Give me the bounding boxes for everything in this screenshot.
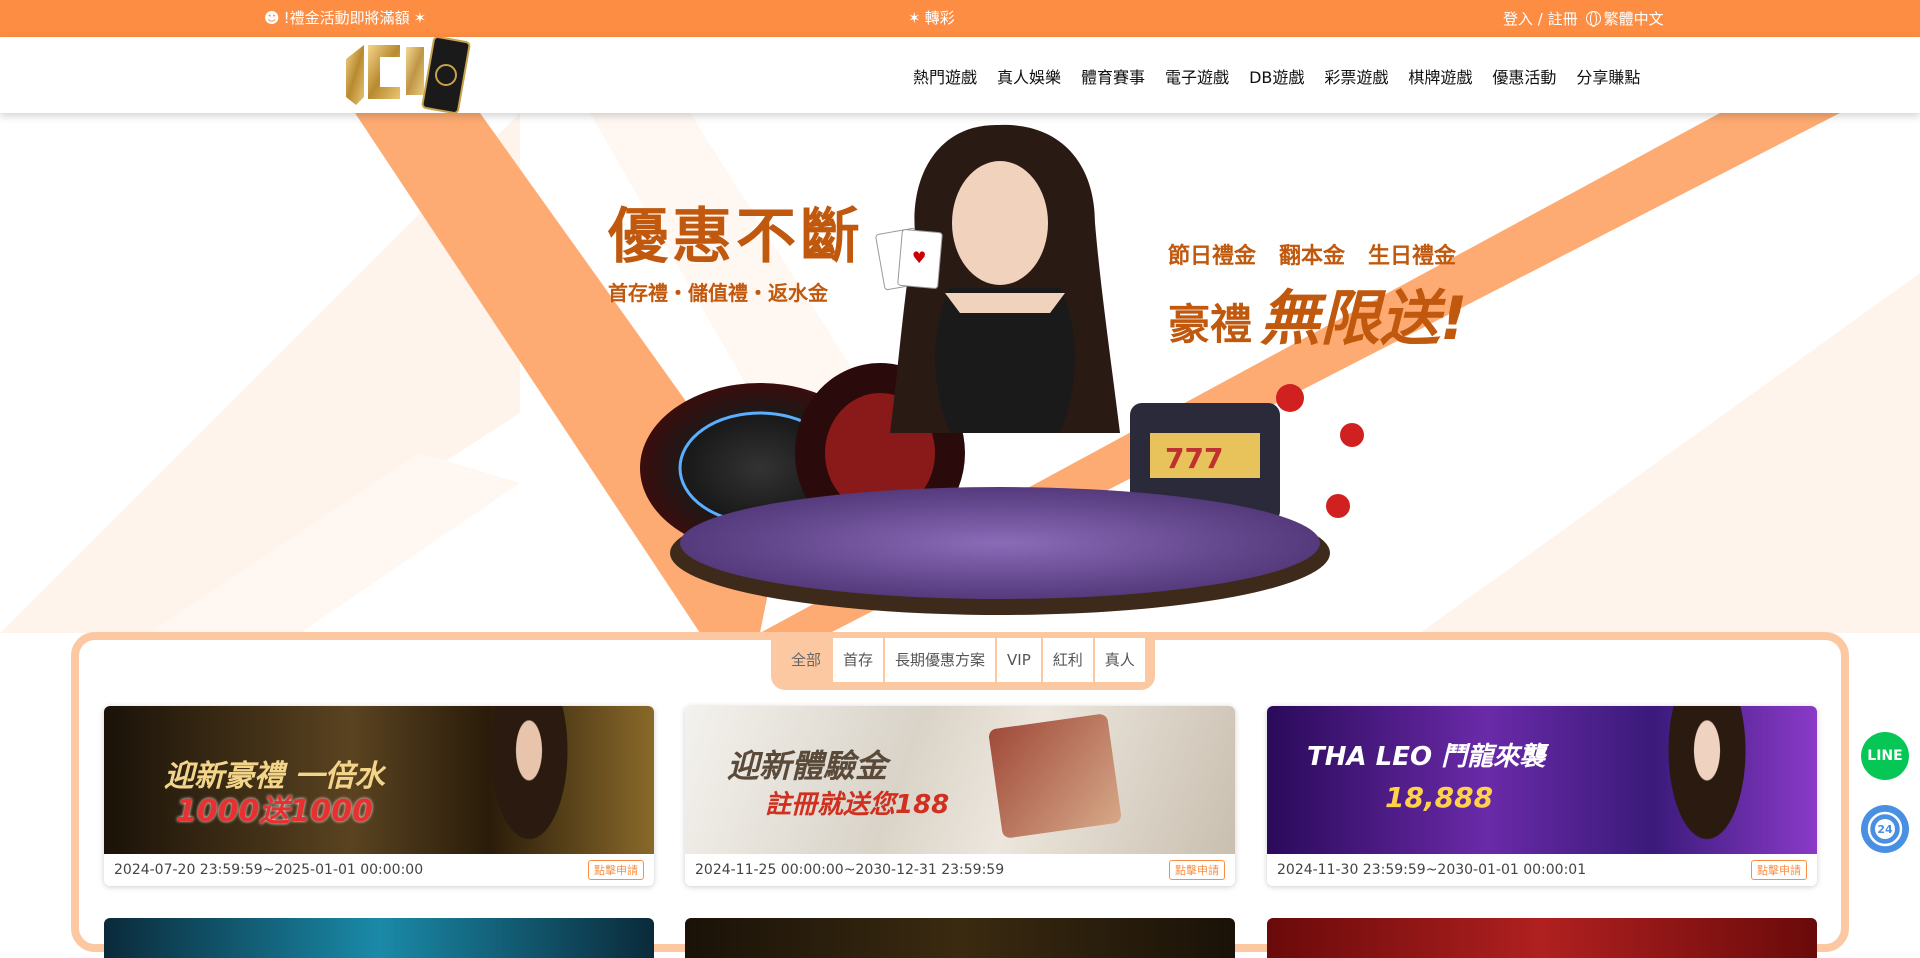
tab-first-deposit[interactable]: 首存 [833,638,884,682]
apply-button[interactable]: 點擊申請 [1751,860,1807,880]
language-selector[interactable]: 繁體中文 [1585,8,1664,29]
nav-db-games[interactable]: DB遊戲 [1249,64,1304,88]
cs-hours-label: 24 [1877,823,1893,836]
promo-banner-subtitle: 18,888 [1385,781,1494,814]
hero-banner: 優惠不斷 首存禮・儲值禮・返水金 節日禮金 翻本金 生日禮金 豪禮 無限送! 7… [0,113,1920,633]
line-chat-button[interactable]: LINE [1861,732,1909,780]
nav-card-games[interactable]: 棋牌遊戲 [1408,64,1472,88]
nav-sports[interactable]: 體育賽事 [1081,64,1145,88]
promo-card-footer: 2024-11-25 00:00:00~2030-12-31 23:59:59 … [685,854,1235,886]
casino-illustration: 777 ♥ [640,124,1364,615]
nav-lottery[interactable]: 彩票遊戲 [1324,64,1388,88]
tab-vip[interactable]: VIP [997,638,1041,682]
promo-card[interactable]: 迎新體驗金 註冊就送您188 2024-11-25 00:00:00~2030-… [685,706,1235,886]
login-register-link[interactable]: 登入 / 註冊 [1503,8,1578,29]
promo-banner-subtitle: 註冊就送您188 [765,790,950,820]
globe-icon [1585,11,1601,27]
promo-cards-image [987,713,1123,839]
nav-live-casino[interactable]: 真人娛樂 [997,64,1061,88]
nav-share-earn[interactable]: 分享賺點 [1576,64,1640,88]
promo-card[interactable] [685,918,1235,958]
site-logo[interactable] [342,37,478,115]
promo-filter-tabs: 全部 首存 長期優惠方案 VIP 紅利 真人 [771,632,1155,690]
main-nav: 熱門遊戲 真人娛樂 體育賽事 電子遊戲 DB遊戲 彩票遊戲 棋牌遊戲 優惠活動 … [913,64,1640,88]
promo-banner[interactable]: 迎新豪禮 一倍水 1000送1000 [104,706,654,854]
promo-model-image [1662,706,1752,854]
promo-card[interactable] [104,918,654,958]
promo-card[interactable]: 迎新豪禮 一倍水 1000送1000 2024-07-20 23:59:59~2… [104,706,654,886]
promo-card-footer: 2024-11-30 23:59:59~2030-01-01 00:00:01 … [1267,854,1817,886]
party-icon: ✶ [908,8,921,27]
tab-all[interactable]: 全部 [781,638,832,682]
marquee-left: ☻ !禮金活動即將滿額 ✶ [264,7,426,28]
promo-model-image [484,706,574,854]
promo-card[interactable]: THA LEO 鬥龍來襲 18,888 2024-11-30 23:59:59~… [1267,706,1817,886]
svg-text:777: 777 [1165,442,1223,475]
language-label: 繁體中文 [1603,10,1664,28]
svg-text:♥: ♥ [912,248,926,267]
party-icon: ✶ [413,8,427,27]
headset-icon: 24 [1867,811,1903,847]
promo-date-range: 2024-11-25 00:00:00~2030-12-31 23:59:59 [695,862,1005,878]
top-bar: ☻ !禮金活動即將滿額 ✶ ✶ 轉彩 登入 / 註冊 繁體中文 [0,0,1920,37]
promo-banner[interactable]: THA LEO 鬥龍來襲 18,888 [1267,706,1817,854]
top-bar-actions: 登入 / 註冊 繁體中文 [1503,8,1664,29]
customer-service-button[interactable]: 24 [1861,805,1909,853]
promo-date-range: 2024-07-20 23:59:59~2025-01-01 00:00:00 [114,862,424,878]
promo-card-footer: 2024-07-20 23:59:59~2025-01-01 00:00:00 … [104,854,654,886]
nav-slots[interactable]: 電子遊戲 [1165,64,1229,88]
nav-hot-games[interactable]: 熱門遊戲 [913,64,977,88]
promo-banner[interactable]: 迎新體驗金 註冊就送您188 [685,706,1235,854]
megaphone-icon: ☻ [264,8,280,27]
promo-card[interactable] [1267,918,1817,958]
nav-promotions[interactable]: 優惠活動 [1492,64,1556,88]
promo-date-range: 2024-11-30 23:59:59~2030-01-01 00:00:01 [1277,862,1587,878]
marquee-mid-text: 轉彩 [924,9,955,27]
tab-bonus[interactable]: 紅利 [1042,638,1093,682]
promo-banner-title: 迎新體驗金 [727,747,888,785]
main-navbar: 熱門遊戲 真人娛樂 體育賽事 電子遊戲 DB遊戲 彩票遊戲 棋牌遊戲 優惠活動 … [0,37,1920,115]
tab-live[interactable]: 真人 [1094,638,1145,682]
tab-long-term[interactable]: 長期優惠方案 [885,638,996,682]
promo-banner-subtitle: 1000送1000 [176,794,373,829]
marquee-left-text: !禮金活動即將滿額 [283,9,410,27]
promo-banner-title: THA LEO 鬥龍來襲 [1307,742,1546,772]
marquee-mid: ✶ 轉彩 [908,7,955,28]
apply-button[interactable]: 點擊申請 [1169,860,1225,880]
apply-button[interactable]: 點擊申請 [588,860,644,880]
